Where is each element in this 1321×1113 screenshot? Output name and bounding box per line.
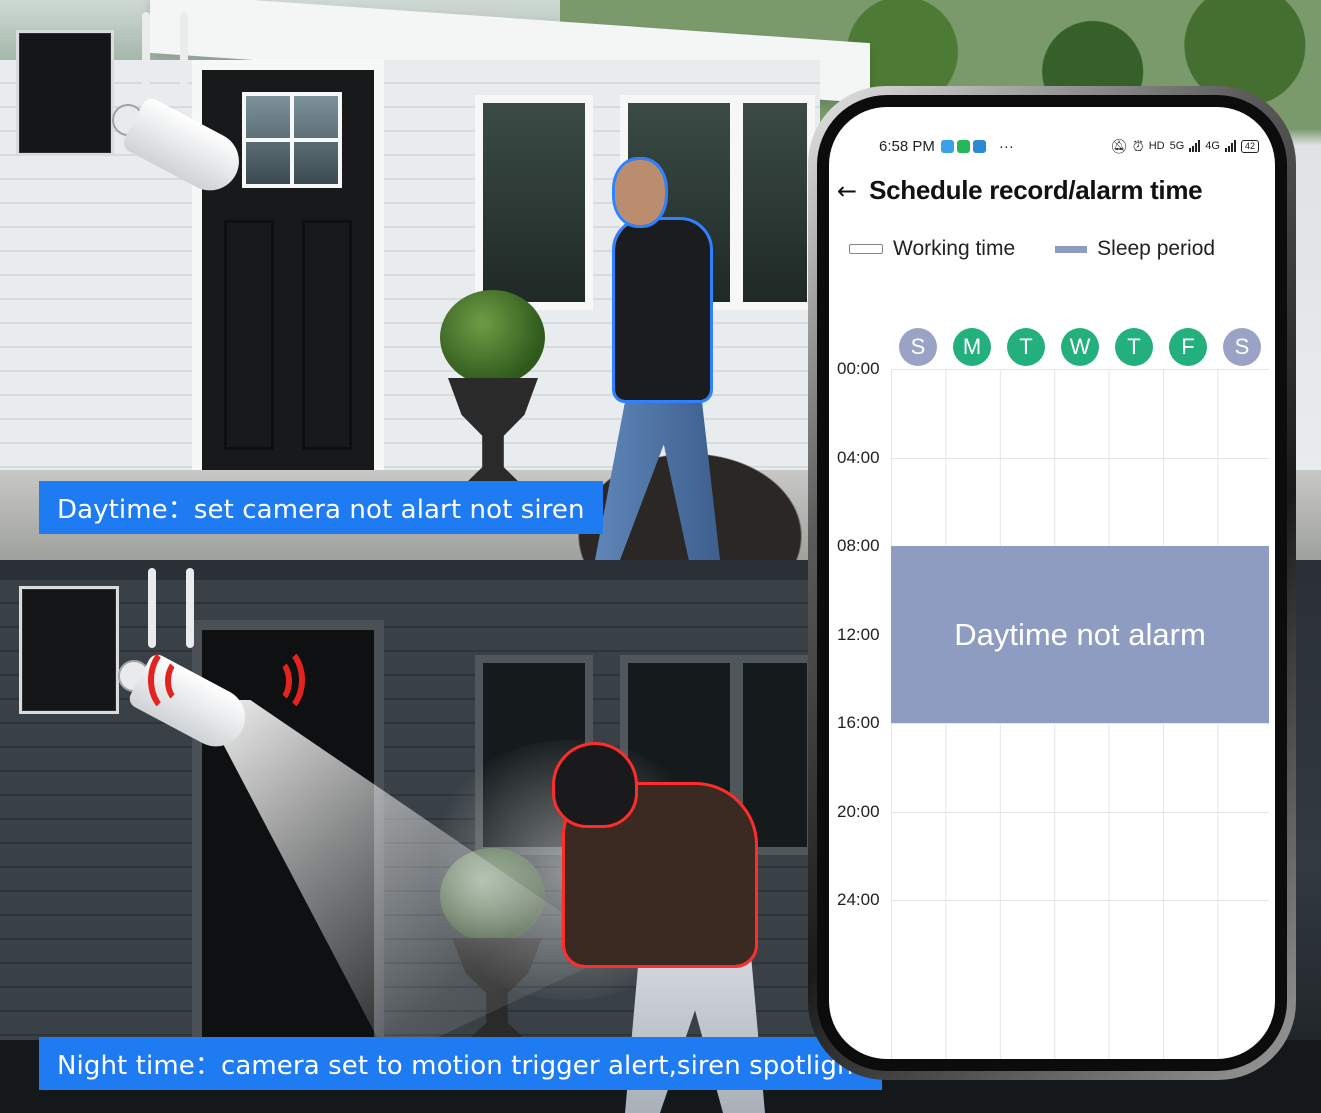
person-torso: [612, 217, 713, 403]
siren-wave-icon: [262, 658, 292, 704]
weekday-chip[interactable]: F: [1169, 328, 1207, 366]
siren-wave-icon: [165, 658, 195, 704]
grid-row-line: [891, 811, 1269, 813]
security-camera: [112, 12, 252, 201]
solar-panel: [19, 586, 119, 714]
cloud-notification-icon: [972, 139, 986, 153]
house-window: [475, 95, 593, 310]
weekday-chip[interactable]: S: [1223, 328, 1261, 366]
grid-row-line: [891, 900, 1269, 901]
schedule-legend: Working time Sleep period: [849, 237, 1215, 261]
smartphone: 6:58 PM ··· 🔕︎ ⏰︎ HD 5G 4G 42 ← Schedule…: [808, 86, 1296, 1080]
arrow-left-icon[interactable]: ←: [837, 179, 857, 203]
door-panel-right: [302, 220, 352, 450]
working-time-swatch: [849, 244, 883, 254]
time-label: 16:00: [837, 713, 880, 732]
camera-antenna: [186, 568, 194, 648]
app-screen: 6:58 PM ··· 🔕︎ ⏰︎ HD 5G 4G 42 ← Schedule…: [829, 107, 1275, 1059]
daytime-caption: Daytime：set camera not alart not siren: [39, 481, 603, 534]
battery-icon: 42: [1240, 139, 1259, 153]
phone-bezel: 6:58 PM ··· 🔕︎ ⏰︎ HD 5G 4G 42 ← Schedule…: [817, 95, 1287, 1071]
network-5g: 5G: [1169, 140, 1185, 152]
intruder-hood: [552, 742, 638, 828]
composite-image: Daytime：set camera not alart not siren N…: [0, 0, 1321, 1113]
nighttime-caption: Night time：camera set to motion trigger …: [39, 1037, 882, 1090]
time-label: 00:00: [837, 359, 880, 378]
weekday-selector: SMTWTFS: [899, 328, 1261, 366]
sleep-period-block[interactable]: Daytime not alarm: [891, 546, 1269, 723]
person-head: [612, 157, 668, 228]
camera-antenna: [142, 12, 150, 92]
weekday-chip[interactable]: S: [899, 328, 937, 366]
alarm-icon: ⏰︎: [1132, 137, 1144, 154]
app-notification-icon: [940, 139, 954, 153]
more-notifications-icon: ···: [998, 137, 1014, 155]
sleep-block-label: Daytime not alarm: [954, 616, 1206, 652]
sleep-period-label: Sleep period: [1097, 237, 1216, 260]
status-icons: 🔕︎ ⏰︎ HD 5G 4G 42: [1110, 138, 1259, 155]
grid-row-line: [891, 369, 1269, 370]
house-window: [735, 95, 815, 310]
time-label: 04:00: [837, 447, 880, 467]
camera-antenna: [180, 12, 188, 92]
person-legs: [595, 395, 720, 560]
status-bar: 6:58 PM ··· 🔕︎ ⏰︎ HD 5G 4G 42: [879, 135, 1259, 157]
door-window: [242, 92, 342, 188]
signal-icon: [1224, 140, 1236, 152]
walking-person: [595, 157, 725, 560]
camera-antenna: [148, 568, 156, 648]
chat-notification-icon: [956, 139, 970, 153]
page-title: Schedule record/alarm time: [869, 175, 1203, 205]
network-4g: 4G: [1205, 140, 1220, 152]
time-label: 24:00: [837, 890, 880, 909]
app-header: ← Schedule record/alarm time: [837, 175, 1203, 206]
sleep-period-swatch: [1055, 245, 1088, 253]
time-label: 08:00: [837, 536, 880, 555]
door-panel-left: [224, 220, 274, 450]
weekday-chip[interactable]: T: [1007, 328, 1045, 366]
time-label: 12:00: [837, 624, 880, 644]
hd-badge: HD: [1148, 140, 1165, 152]
grid-row-line: [891, 723, 1269, 724]
grid-row-line: [891, 457, 1269, 459]
topiary-bush: [440, 290, 545, 385]
weekday-chip[interactable]: T: [1115, 328, 1153, 366]
weekday-chip[interactable]: M: [953, 328, 991, 366]
solar-panel: [16, 30, 114, 156]
time-label: 20:00: [837, 801, 880, 821]
working-time-label: Working time: [893, 237, 1016, 260]
signal-icon: [1189, 140, 1201, 152]
weekday-chip[interactable]: W: [1061, 328, 1099, 366]
mute-icon: 🔕︎: [1110, 137, 1128, 154]
status-time: 6:58 PM: [879, 137, 935, 155]
